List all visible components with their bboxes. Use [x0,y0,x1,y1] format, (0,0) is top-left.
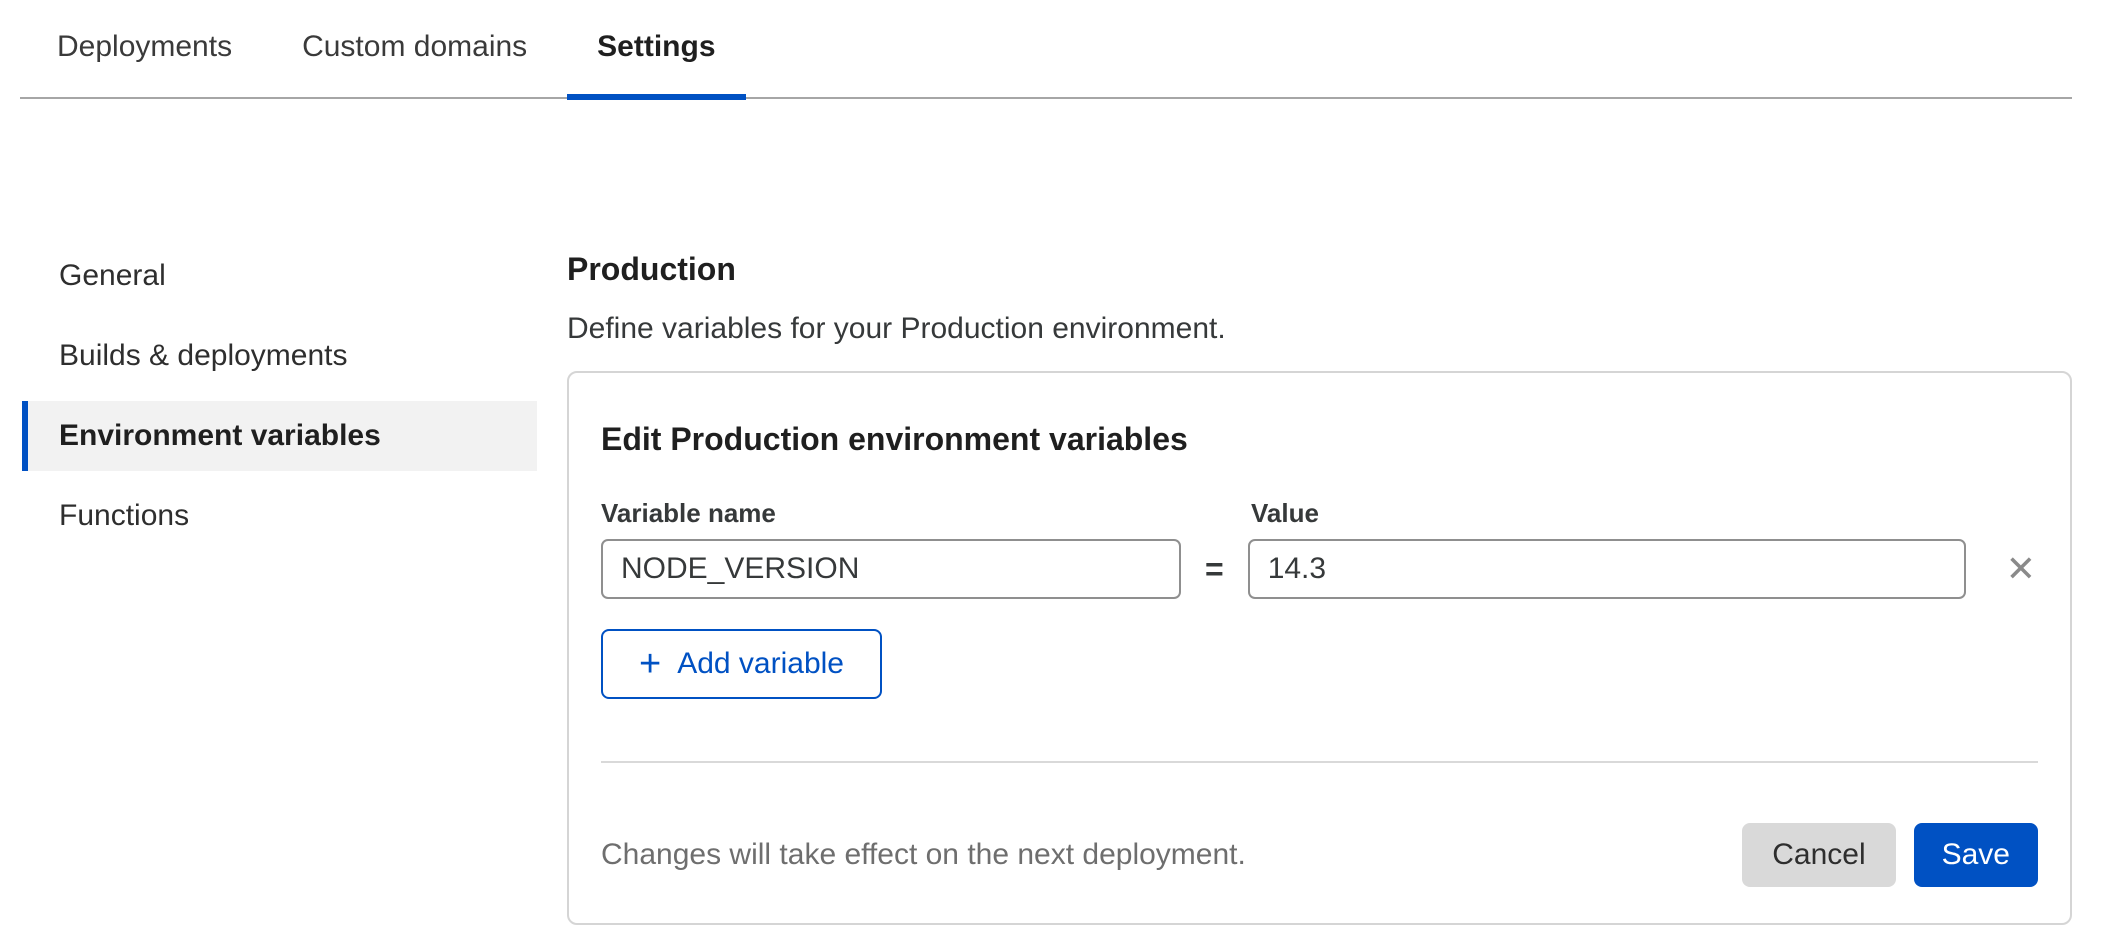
add-variable-label: Add variable [677,647,844,681]
sidebar-item-builds-deployments[interactable]: Builds & deployments [22,321,537,391]
variable-row: = ✕ [601,539,2038,599]
environment-variables-card: Edit Production environment variables Va… [567,371,2072,925]
remove-variable-button[interactable]: ✕ [2006,551,2036,587]
card-title: Edit Production environment variables [601,417,2038,461]
tab-settings[interactable]: Settings [567,0,745,97]
sidebar-item-environment-variables[interactable]: Environment variables [22,401,537,471]
close-icon: ✕ [2006,548,2036,589]
settings-sidebar: General Builds & deployments Environment… [22,241,537,925]
footer-note: Changes will take effect on the next dep… [601,838,1246,872]
tab-deployments[interactable]: Deployments [27,0,262,97]
card-divider [601,761,2038,763]
footer-actions: Cancel Save [1742,823,2038,887]
sidebar-item-functions[interactable]: Functions [22,481,537,551]
value-label: Value [1251,497,1319,529]
top-tab-bar: Deployments Custom domains Settings [20,0,2072,99]
cancel-button[interactable]: Cancel [1742,823,1895,887]
section-description: Define variables for your Production env… [567,307,2072,351]
sidebar-item-general[interactable]: General [22,241,537,311]
card-footer: Changes will take effect on the next dep… [601,823,2038,887]
main-content: Production Define variables for your Pro… [537,241,2121,925]
variable-name-label: Variable name [601,497,1251,529]
variable-name-input[interactable] [601,539,1181,599]
add-variable-button[interactable]: + Add variable [601,629,882,699]
section-title: Production [567,247,2072,291]
variable-value-input[interactable] [1248,539,1966,599]
field-labels-row: Variable name Value [601,497,2038,529]
tab-custom-domains[interactable]: Custom domains [272,0,557,97]
plus-icon: + [639,645,661,683]
equals-sign: = [1205,551,1224,588]
save-button[interactable]: Save [1914,823,2038,887]
settings-layout: General Builds & deployments Environment… [0,241,2121,925]
